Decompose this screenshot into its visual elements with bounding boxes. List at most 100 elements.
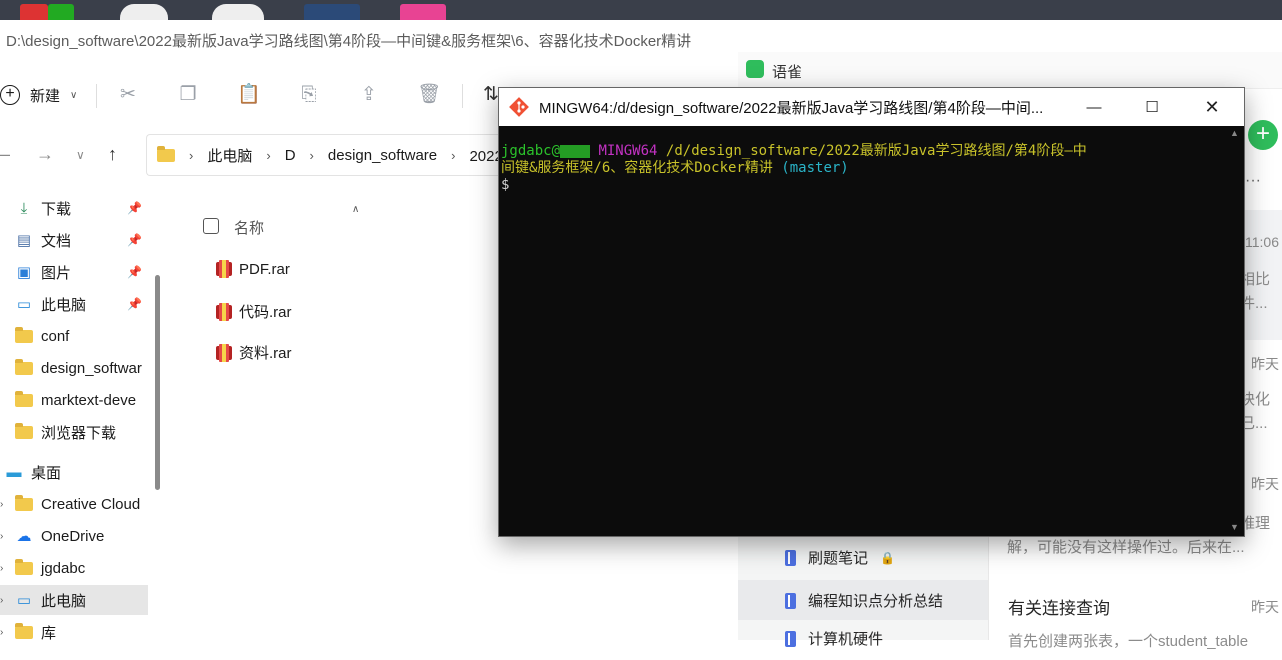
sidebar-item-label: 文档 (41, 232, 72, 250)
breadcrumb-item[interactable]: D (285, 147, 296, 164)
divider (96, 84, 97, 108)
new-button[interactable]: + 新建 ∨ (0, 80, 77, 110)
book-icon (785, 549, 796, 566)
recent-dropdown-icon[interactable]: ∨ (76, 148, 85, 162)
terminal-window[interactable]: MINGW64:/d/design_software/2022最新版Java学习… (498, 87, 1245, 537)
doc-title[interactable]: 有关连接查询 (1008, 594, 1110, 619)
sidebar-scrollbar[interactable] (155, 275, 160, 490)
redacted-hostname (560, 144, 591, 158)
delete-icon[interactable]: 🗑 (416, 82, 442, 108)
terminal-titlebar[interactable]: MINGW64:/d/design_software/2022最新版Java学习… (499, 88, 1244, 126)
file-row[interactable]: PDF.rar (215, 260, 290, 278)
scroll-down-icon[interactable]: ▼ (1230, 522, 1239, 532)
rename-icon[interactable]: ⎘ (296, 82, 322, 108)
folder-icon (15, 494, 33, 512)
chevron-right-icon[interactable]: › (0, 627, 3, 638)
rar-archive-icon (215, 343, 233, 362)
chevron-right-icon[interactable]: › (0, 563, 3, 574)
file-row[interactable]: 资料.rar (215, 342, 292, 363)
folder-icon (157, 145, 175, 162)
chevron-right-icon: › (266, 147, 271, 163)
pin-icon: 📌 (127, 265, 142, 279)
terminal-scrollbar[interactable]: ▲ ▼ (1227, 128, 1241, 534)
chevron-right-icon[interactable]: › (0, 499, 3, 510)
desktop-icon: ▬ (6, 463, 22, 481)
pin-icon: 📌 (127, 233, 142, 247)
folder-icon (15, 358, 33, 376)
sidebar-item-marktext[interactable]: marktext-deve (0, 385, 148, 415)
file-name: PDF.rar (239, 260, 290, 278)
doc-snippet: 首先创建两张表，一个student_table (1008, 633, 1249, 650)
sidebar-item-label: conf (41, 327, 70, 345)
sidebar-item-onedrive[interactable]: › ☁ OneDrive (0, 521, 148, 551)
sidebar-item-this-pc[interactable]: › ▭ 此电脑 (0, 585, 148, 615)
app-icon (120, 4, 168, 20)
book-item[interactable]: 编程知识点分析总结 (785, 590, 943, 611)
chevron-right-icon: › (451, 147, 456, 163)
rar-archive-icon (215, 302, 233, 321)
chevron-right-icon: › (189, 147, 194, 163)
note-time: 昨天 (1251, 356, 1279, 372)
back-icon[interactable]: – (0, 144, 10, 165)
git-branch: (master) (781, 160, 849, 176)
chevron-right-icon[interactable]: › (0, 595, 3, 606)
forward-icon[interactable]: → (36, 144, 54, 165)
sidebar-item-label: 桌面 (31, 464, 62, 482)
chevron-right-icon[interactable]: › (0, 531, 3, 542)
sidebar-item-browser-downloads[interactable]: 浏览器下载 (0, 417, 148, 447)
breadcrumb-item[interactable]: 此电脑 (207, 145, 252, 166)
sidebar-item-documents[interactable]: ▤ 文档 📌 (0, 225, 148, 255)
maximize-button[interactable]: ☐ (1123, 88, 1181, 126)
sidebar-item-desktop[interactable]: ▬ 桌面 (0, 457, 148, 487)
up-icon[interactable]: ↑ (108, 144, 117, 165)
folder-icon (15, 558, 33, 576)
new-label: 新建 (30, 87, 61, 105)
minimize-button[interactable]: — (1065, 88, 1123, 126)
note-time: 11:06 (1245, 234, 1279, 250)
book-icon (785, 630, 796, 647)
close-button[interactable]: ✕ (1183, 88, 1241, 126)
terminal-path-cont: 间键&服务框架/6、容器化技术Docker精讲 (501, 160, 773, 176)
sidebar-item-conf[interactable]: conf (0, 321, 148, 351)
share-icon[interactable]: ⇪ (356, 82, 382, 108)
git-icon (509, 97, 529, 117)
sidebar-item-jgdabc[interactable]: › jgdabc (0, 553, 148, 583)
sidebar-item-label: design_softwar (41, 359, 142, 377)
sidebar-item-design-software[interactable]: design_softwar (0, 353, 148, 383)
more-icon[interactable]: ··· (1245, 172, 1261, 190)
sidebar-item-creative-cloud[interactable]: › Creative Cloud (0, 489, 148, 519)
book-label: 计算机硬件 (808, 631, 884, 648)
folder-icon (15, 422, 33, 440)
sidebar-item-library[interactable]: › 库 (0, 617, 148, 647)
file-list: PDF.rar 代码.rar 资料.rar (190, 200, 510, 400)
terminal-env: MINGW64 (598, 143, 658, 159)
folder-icon (15, 326, 33, 344)
note-time: 昨天 (1251, 476, 1279, 492)
pin-icon: 📌 (127, 297, 142, 311)
sidebar-item-label: 库 (41, 624, 57, 642)
prompt-input-line[interactable]: $ (501, 177, 1223, 194)
app-name: 语雀 (772, 64, 803, 81)
add-button[interactable]: + (1248, 120, 1278, 150)
navigation-pane: ⤓ 下载 📌 ▤ 文档 📌 ▣ 图片 📌 ▭ 此电脑 📌 conf design… (0, 190, 160, 660)
scroll-up-icon[interactable]: ▲ (1230, 128, 1239, 138)
picture-icon: ▣ (16, 264, 32, 281)
cut-icon[interactable]: ✂ (115, 82, 141, 108)
copy-icon[interactable]: ❐ (175, 82, 201, 108)
sidebar-item-label: 图片 (41, 264, 72, 282)
sidebar-item-label: 浏览器下载 (41, 424, 117, 442)
book-item[interactable]: 计算机硬件 (785, 628, 883, 649)
paste-icon[interactable]: 📋 (236, 82, 262, 108)
sidebar-item-pictures[interactable]: ▣ 图片 📌 (0, 257, 148, 287)
breadcrumb-item[interactable]: design_software (328, 147, 437, 164)
sidebar-item-this-pc-quick[interactable]: ▭ 此电脑 📌 (0, 289, 148, 319)
cloud-icon: ☁ (16, 528, 32, 545)
terminal-output[interactable]: jgdabc@ MINGW64 /d/design_software/2022最… (501, 143, 1223, 194)
sidebar-item-downloads[interactable]: ⤓ 下载 📌 (0, 193, 148, 223)
book-item[interactable]: 刷题笔记 🔒 (785, 547, 895, 568)
computer-icon: ▭ (16, 592, 32, 609)
sidebar-item-label: 此电脑 (41, 592, 87, 610)
app-icon (400, 4, 446, 20)
yuque-logo-icon (746, 60, 764, 78)
file-row[interactable]: 代码.rar (215, 301, 292, 322)
